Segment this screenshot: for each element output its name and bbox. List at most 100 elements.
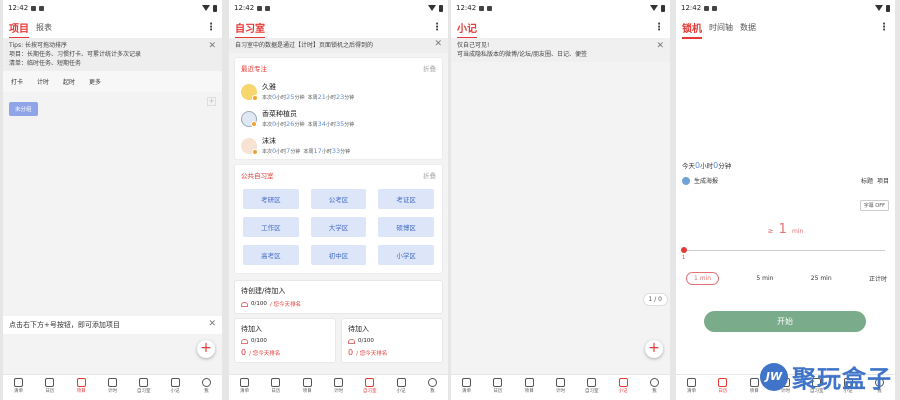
group-chip-ungrouped[interactable]: 未分组 <box>9 102 38 116</box>
avatar <box>241 137 258 155</box>
stat-unit: 小时 <box>276 95 287 101</box>
group-row: 未分组 + <box>3 92 222 116</box>
stat-label: 本次 <box>262 149 273 155</box>
member-count: 0/100 <box>251 301 267 307</box>
preset-button[interactable]: 1 min <box>686 272 720 285</box>
join-room-box[interactable]: 待加入 0/100 0/ 您今天排名 <box>234 318 336 363</box>
phone-screen-notes: 12:42 小记 ⋮ 仅自己可见! 可当成隐私版本的微博/论坛/朋友圈、日记、便… <box>451 0 670 400</box>
list-item[interactable]: 久雅 本次0小时25分钟 本周21小时23分钟 <box>235 78 442 105</box>
more-menu-icon[interactable]: ⋮ <box>206 22 216 33</box>
tab-reports[interactable]: 报表 <box>36 22 52 33</box>
nav-item-calendar[interactable]: 日历 <box>40 378 60 394</box>
nav-item-note[interactable]: 小记 <box>613 378 633 394</box>
tab-lock[interactable]: 锁机 <box>682 20 702 39</box>
nav-item-profile[interactable]: 我 <box>422 378 442 394</box>
preset-button[interactable]: 正计时 <box>869 274 887 283</box>
tab-checkin[interactable]: 打卡 <box>11 77 23 86</box>
nav-item-list[interactable]: 清单 <box>682 378 702 394</box>
list-item[interactable]: 香菜种植员 本次0小时26分钟 本周34小时35分钟 <box>235 105 442 132</box>
nav-item-note[interactable]: 小记 <box>391 378 411 394</box>
nav-item-study-room[interactable]: 自习室 <box>134 378 154 394</box>
preset-button[interactable]: 25 min <box>811 275 832 282</box>
nav-item-calendar[interactable]: 日历 <box>713 378 733 394</box>
stat-label: 本周 <box>307 122 318 128</box>
nav-item-list[interactable]: 清单 <box>457 378 477 394</box>
phone-screen-lock: 12:42 锁机 时间轴 数据 ⋮ 今天0小时0分钟 生成海报 标题 项目 字幕 … <box>676 0 895 400</box>
rank-text: / 您今天排名 <box>249 350 281 357</box>
note-icon <box>618 378 628 387</box>
list-item[interactable]: 沫沫 本次0小时7分钟 本周17小时33分钟 <box>235 132 442 159</box>
timer-icon <box>333 378 343 387</box>
nav-item-study-room[interactable]: 自习室 <box>360 378 380 394</box>
room-button[interactable]: 硕博区 <box>378 217 434 237</box>
tab-more[interactable]: 更多 <box>89 77 101 86</box>
more-menu-icon[interactable]: ⋮ <box>654 22 664 33</box>
tab-data[interactable]: 数据 <box>740 22 756 33</box>
room-button[interactable]: 工作区 <box>243 217 299 237</box>
nav-item-profile[interactable]: 我 <box>644 378 664 394</box>
stat-unit: 小时 <box>276 149 287 155</box>
preset-button[interactable]: 5 min <box>756 275 773 282</box>
nav-item-project[interactable]: 项目 <box>519 378 539 394</box>
close-icon[interactable]: ✕ <box>208 319 216 329</box>
tip-line: Tips: 长按可拖动排序 <box>9 42 68 49</box>
nav-item-project[interactable]: 项目 <box>297 378 317 394</box>
subtitle-toggle[interactable]: 字幕 OFF <box>859 200 889 211</box>
wifi-icon <box>875 5 883 11</box>
tab-start-time[interactable]: 起时 <box>63 77 75 86</box>
list-icon <box>14 378 24 387</box>
more-menu-icon[interactable]: ⋮ <box>432 22 442 33</box>
nav-item-list[interactable]: 清单 <box>9 378 29 394</box>
close-icon[interactable]: ✕ <box>208 42 216 51</box>
room-button[interactable]: 公考区 <box>310 189 367 209</box>
join-room-box[interactable]: 待加入 0/100 0/ 您今天排名 <box>341 318 443 363</box>
battery-icon <box>213 4 217 12</box>
project-icon <box>76 378 86 387</box>
nav-item-timer[interactable]: 计时 <box>550 378 570 394</box>
nav-item-calendar[interactable]: 日历 <box>266 378 286 394</box>
slider-handle[interactable] <box>681 247 687 253</box>
close-icon[interactable]: ✕ <box>434 40 442 49</box>
duration-prefix: ≥ <box>767 227 774 235</box>
duration-slider[interactable] <box>681 247 885 253</box>
nav-item-timer[interactable]: 计时 <box>328 378 348 394</box>
add-button[interactable]: + <box>645 340 663 358</box>
tab-timing[interactable]: 计时 <box>37 77 49 86</box>
nav-item-calendar[interactable]: 日历 <box>488 378 508 394</box>
nav-label: 小记 <box>618 389 628 394</box>
room-button[interactable]: 小学区 <box>378 245 434 265</box>
more-menu-icon[interactable]: ⋮ <box>879 22 889 33</box>
room-button[interactable]: 大学区 <box>310 217 367 237</box>
pending-room-box[interactable]: 待创建/待加入 0/100/ 您今天排名 <box>234 280 443 314</box>
member-count: 0/100 <box>358 338 374 344</box>
room-grid: 考研区 公考区 考证区 工作区 大学区 硕博区 高考区 初中区 小学区 <box>235 185 442 273</box>
close-icon[interactable]: ✕ <box>656 42 664 51</box>
item-button[interactable]: 项目 <box>877 176 889 185</box>
add-group-icon[interactable]: + <box>207 97 216 106</box>
fold-button[interactable]: 折叠 <box>423 170 436 180</box>
list-icon <box>462 378 472 387</box>
stat-unit: 分钟 <box>294 122 305 128</box>
add-button[interactable]: + <box>197 340 215 358</box>
tab-timeline[interactable]: 时间轴 <box>709 22 733 33</box>
notification-icon <box>487 5 493 11</box>
nav-item-profile[interactable]: 我 <box>196 378 216 394</box>
nav-label: 项目 <box>749 389 759 394</box>
today-hours-unit: 小时 <box>700 162 714 170</box>
nav-item-list[interactable]: 清单 <box>235 378 255 394</box>
nav-item-study-room[interactable]: 自习室 <box>582 378 602 394</box>
room-button[interactable]: 高考区 <box>243 245 299 265</box>
poster-button[interactable]: 生成海报 <box>694 176 718 185</box>
room-button[interactable]: 考研区 <box>243 189 299 209</box>
title-button[interactable]: 标题 <box>861 176 873 185</box>
nav-item-note[interactable]: 小记 <box>165 378 185 394</box>
nav-item-timer[interactable]: 计时 <box>102 378 122 394</box>
room-button[interactable]: 初中区 <box>310 245 367 265</box>
box-title: 待加入 <box>348 325 369 333</box>
fold-button[interactable]: 折叠 <box>423 63 436 73</box>
nav-label: 小记 <box>396 389 406 394</box>
room-button[interactable]: 考证区 <box>378 189 434 209</box>
start-button[interactable]: 开始 <box>704 311 866 332</box>
nav-item-project[interactable]: 项目 <box>71 378 91 394</box>
tab-projects[interactable]: 项目 <box>9 20 29 39</box>
